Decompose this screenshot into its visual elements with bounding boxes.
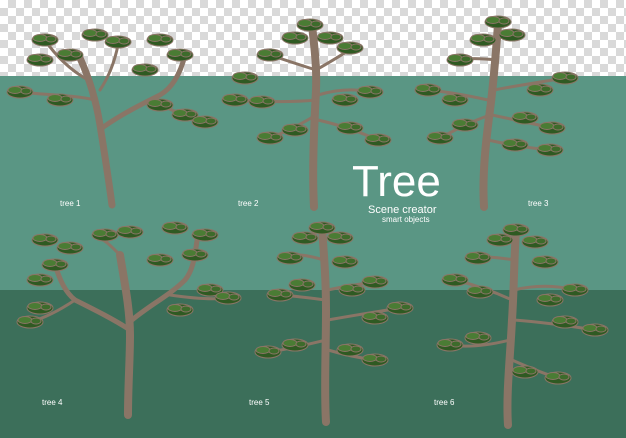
tree-1-label: tree 1 xyxy=(60,199,81,208)
tree-1-illustration xyxy=(6,28,219,209)
tree-4-label: tree 4 xyxy=(42,398,63,407)
heading-title: Tree xyxy=(352,157,441,206)
tree-3-label: tree 3 xyxy=(528,199,549,208)
tree-2-label: tree 2 xyxy=(238,199,259,208)
tree-6-label: tree 6 xyxy=(434,398,455,407)
tree-6-illustration xyxy=(436,223,609,429)
image-canvas: tree 1 tree 2 tree 3 tree 4 tree 5 tree … xyxy=(0,0,626,438)
tree-5-label: tree 5 xyxy=(249,398,270,407)
heading-caption: smart objects xyxy=(382,215,430,224)
tree-illustrations xyxy=(6,15,609,429)
tree-4-illustration xyxy=(16,221,242,419)
tree-5-illustration xyxy=(254,221,414,426)
